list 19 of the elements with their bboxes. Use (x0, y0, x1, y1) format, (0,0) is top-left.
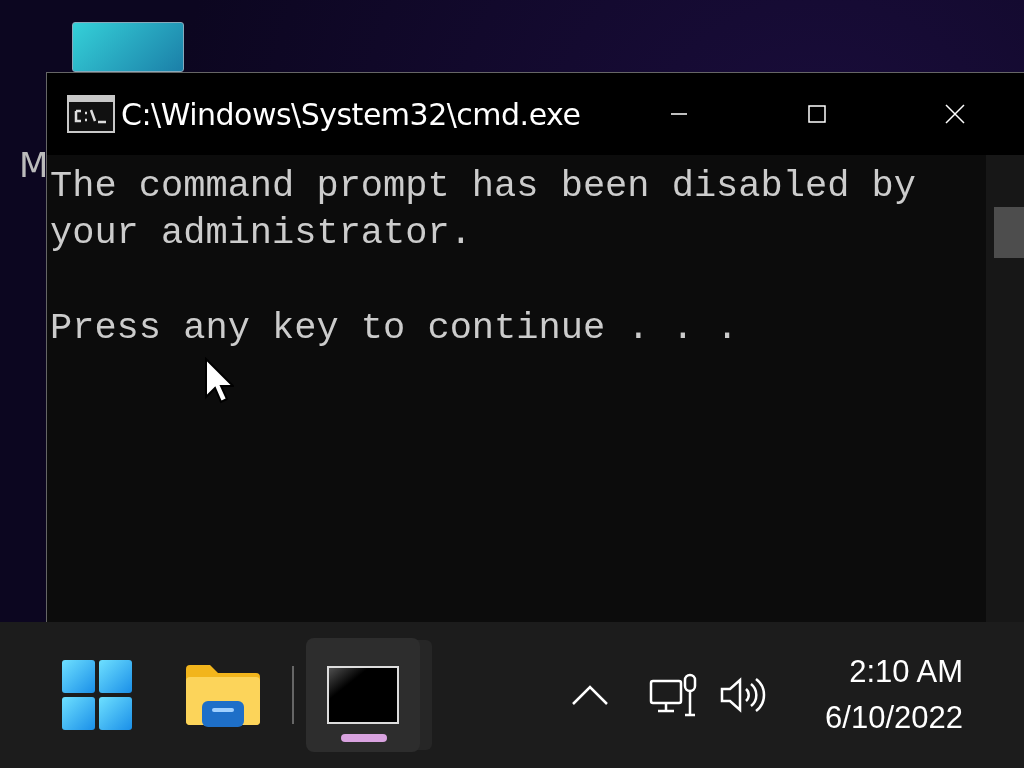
clock-time: 2:10 AM (849, 653, 963, 691)
scrollbar[interactable] (986, 155, 1024, 622)
window-title: C:\Windows\System32\cmd.exe (121, 96, 581, 132)
console-text: The command prompt has been disabled by your administrator. (50, 164, 917, 256)
minimize-icon (670, 113, 688, 115)
windows-logo-icon (62, 660, 132, 730)
console-text: Press any key to continue . . . (50, 306, 740, 351)
close-icon (945, 104, 965, 124)
scrollbar-thumb[interactable] (994, 207, 1024, 258)
console-window-icon (327, 666, 399, 724)
mouse-pointer-icon (204, 357, 234, 405)
folder-icon (186, 663, 260, 727)
chevron-up-icon[interactable] (571, 684, 610, 706)
clock-date: 6/10/2022 (825, 699, 963, 737)
clock[interactable]: 2:10 AM 6/10/2022 (819, 648, 969, 742)
active-indicator (341, 734, 387, 742)
maximize-icon (808, 105, 826, 123)
desktop-icon-label: M (19, 145, 49, 185)
console-icon (67, 95, 115, 133)
